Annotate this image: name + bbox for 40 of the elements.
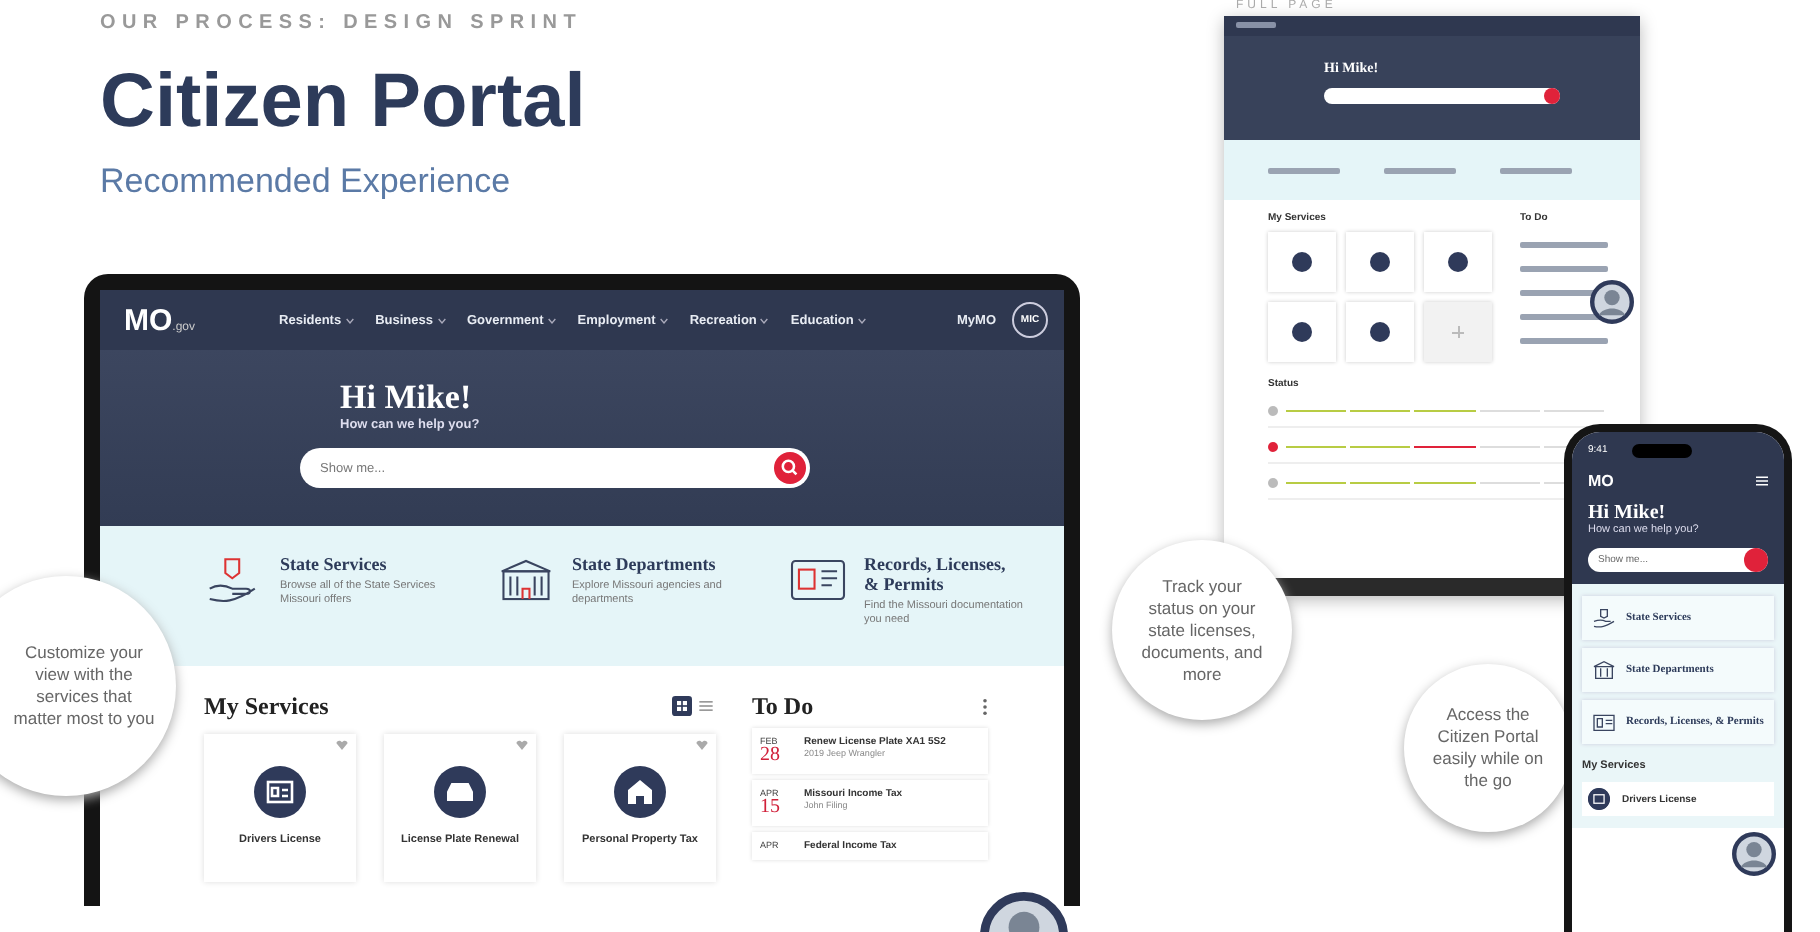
id-card-icon[interactable]: [788, 554, 848, 606]
search-icon[interactable]: [774, 452, 806, 484]
text-line: [1236, 22, 1276, 28]
grid-view-icon[interactable]: [672, 696, 692, 716]
page-title: Citizen Portal: [100, 58, 588, 146]
text-line: [1268, 167, 1340, 173]
caret-icon[interactable]: [659, 317, 668, 323]
id-card-icon: [1588, 788, 1610, 810]
id-card-icon: [254, 766, 306, 818]
hand-icon: [1592, 608, 1616, 628]
building-icon: [1592, 660, 1616, 680]
service-card: [1424, 302, 1492, 362]
page-subtitle: Recommended Experience: [100, 162, 513, 202]
caret-icon[interactable]: [345, 317, 354, 323]
section-title: To Do: [752, 691, 814, 721]
caret-icon[interactable]: [760, 317, 769, 323]
callout-bubble: Track your status on your state licenses, documents, and more: [1112, 540, 1292, 720]
menu-icon[interactable]: [1756, 476, 1768, 486]
more-icon[interactable]: [982, 697, 988, 715]
category-title[interactable]: Records, Licenses, & Permits: [864, 554, 1024, 594]
caret-icon[interactable]: [857, 317, 866, 323]
category-title[interactable]: State Services: [280, 554, 440, 574]
text-line: [1520, 266, 1608, 272]
text-line: [1500, 167, 1572, 173]
greeting: Hi Mike!: [1588, 502, 1668, 524]
text-line: [1384, 167, 1456, 173]
text-line: [1520, 242, 1608, 248]
caret-icon[interactable]: [547, 317, 556, 323]
text-line: [1520, 338, 1608, 344]
building-icon[interactable]: [496, 554, 556, 606]
site-logo[interactable]: MO: [1588, 472, 1614, 490]
id-card-icon: [1592, 712, 1616, 732]
section-title: My Services: [204, 691, 329, 721]
greeting: Hi Mike!: [340, 378, 474, 418]
category-title[interactable]: State Departments: [572, 554, 732, 574]
eyebrow-text: OUR PROCESS: DESIGN SPRINT: [100, 12, 584, 34]
camera-notch: [1631, 443, 1692, 457]
search-button[interactable]: [1744, 548, 1768, 572]
house-icon: [614, 766, 666, 818]
caret-icon[interactable]: [437, 317, 445, 323]
